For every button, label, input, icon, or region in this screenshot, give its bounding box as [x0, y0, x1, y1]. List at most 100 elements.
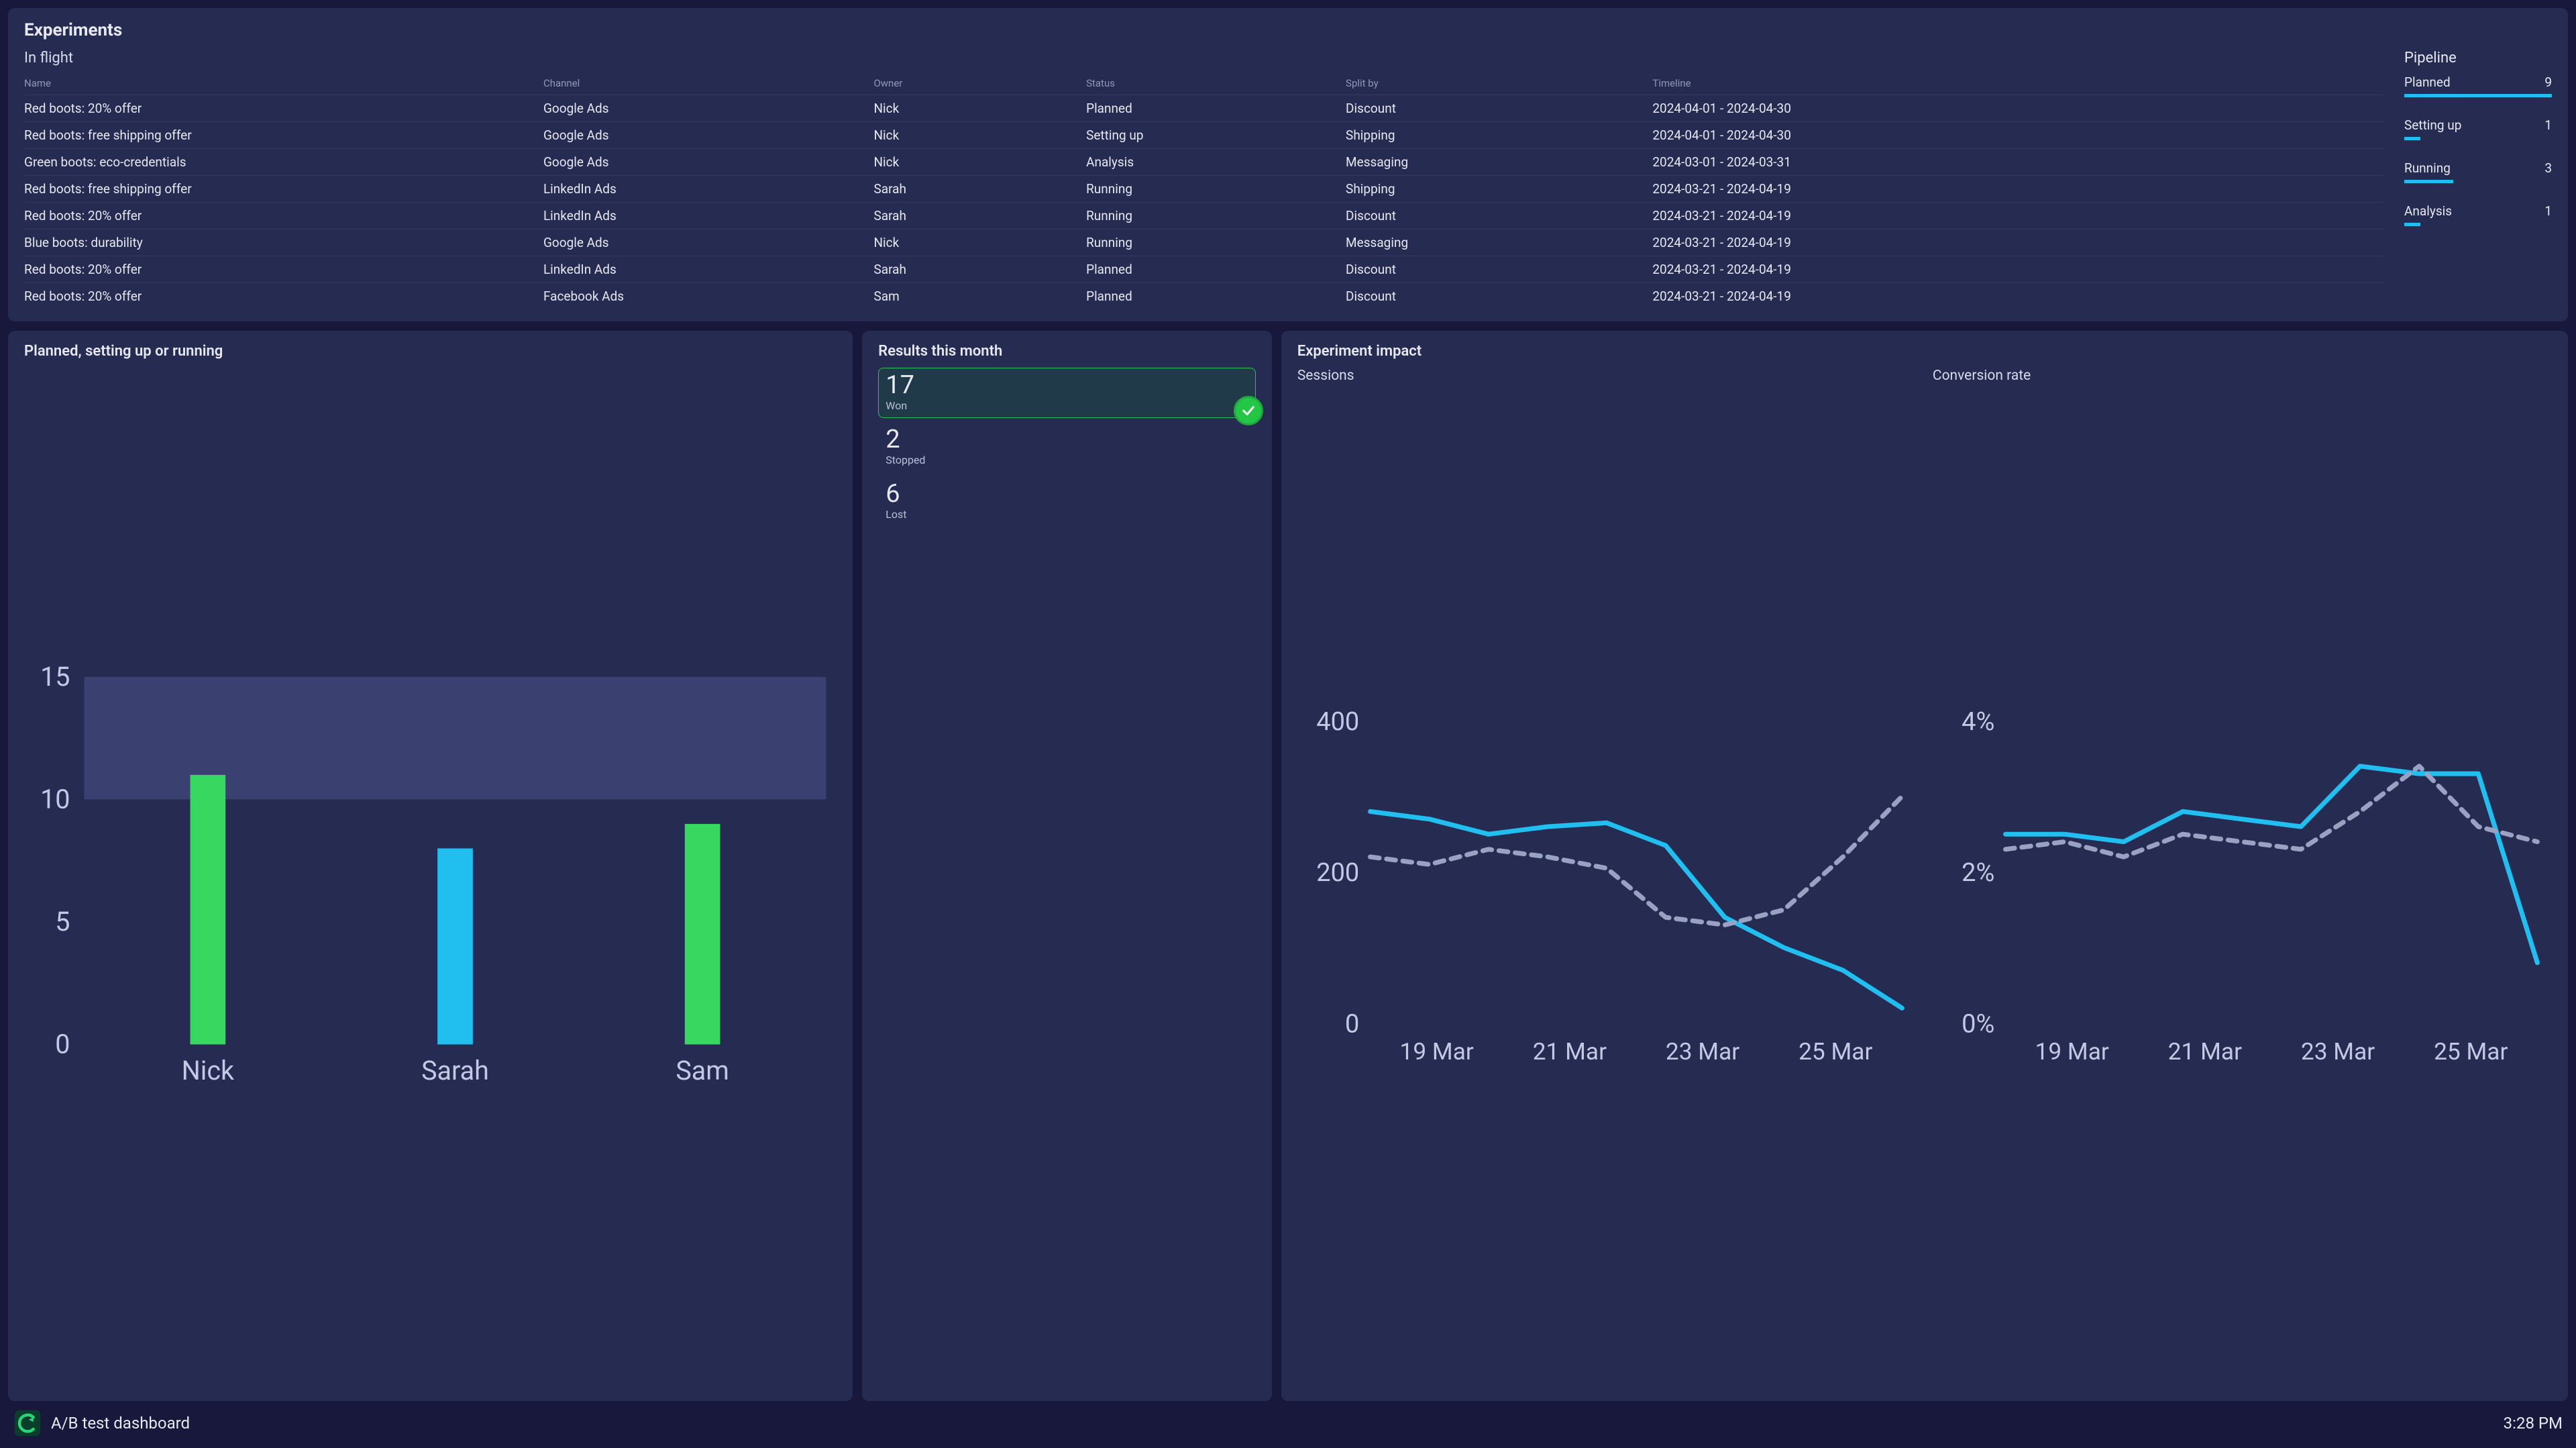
- result-stopped-value: 2: [885, 427, 1248, 452]
- svg-text:21 Mar: 21 Mar: [2168, 1037, 2242, 1066]
- svg-text:19 Mar: 19 Mar: [2035, 1037, 2108, 1066]
- cell-channel: LinkedIn Ads: [543, 256, 874, 283]
- table-row[interactable]: Red boots: 20% offerLinkedIn AdsSarahPla…: [24, 256, 2384, 283]
- experiments-panel: Experiments In flight Name Channel Owner…: [8, 8, 2568, 321]
- footer: A/B test dashboard 3:28 PM: [8, 1401, 2568, 1440]
- cell-name: Red boots: 20% offer: [24, 256, 543, 283]
- pipeline-panel: Pipeline Planned9Setting up1Running3Anal…: [2404, 50, 2552, 309]
- conversion-title: Conversion rate: [1933, 368, 2552, 384]
- table-row[interactable]: Red boots: 20% offerGoogle AdsNickPlanne…: [24, 95, 2384, 122]
- col-header-timeline[interactable]: Timeline: [1652, 73, 2384, 95]
- sessions-title: Sessions: [1297, 368, 1917, 384]
- experiments-title: Experiments: [24, 20, 2552, 40]
- col-header-channel[interactable]: Channel: [543, 73, 874, 95]
- svg-text:5: 5: [55, 906, 70, 937]
- cell-timeline: 2024-03-21 - 2024-04-19: [1652, 176, 2384, 203]
- result-stopped-label: Stopped: [885, 454, 1248, 466]
- experiments-subtitle: In flight: [24, 50, 2384, 66]
- cell-timeline: 2024-04-01 - 2024-04-30: [1652, 122, 2384, 149]
- footer-title: A/B test dashboard: [51, 1414, 190, 1433]
- impact-panel: Experiment impact Sessions 020040019 Mar…: [1281, 331, 2568, 1401]
- cell-split: Discount: [1346, 203, 1652, 229]
- cell-split: Messaging: [1346, 149, 1652, 176]
- result-lost-label: Lost: [885, 508, 1248, 521]
- pipeline-item: Setting up 1: [2404, 117, 2552, 140]
- cell-channel: Google Ads: [543, 122, 874, 149]
- result-stopped: 2 Stopped: [878, 422, 1256, 472]
- cell-timeline: 2024-03-21 - 2024-04-19: [1652, 203, 2384, 229]
- cell-status: Planned: [1086, 256, 1346, 283]
- table-row[interactable]: Green boots: eco-credentialsGoogle AdsNi…: [24, 149, 2384, 176]
- cell-timeline: 2024-04-01 - 2024-04-30: [1652, 95, 2384, 122]
- experiments-table: Name Channel Owner Status Split by Timel…: [24, 73, 2384, 309]
- svg-text:0: 0: [55, 1029, 70, 1060]
- col-header-name[interactable]: Name: [24, 73, 543, 95]
- cell-channel: Facebook Ads: [543, 283, 874, 310]
- cell-timeline: 2024-03-01 - 2024-03-31: [1652, 149, 2384, 176]
- svg-text:19 Mar: 19 Mar: [1399, 1037, 1473, 1066]
- cell-channel: LinkedIn Ads: [543, 203, 874, 229]
- result-lost: 6 Lost: [878, 476, 1256, 527]
- pipeline-item: Analysis1: [2404, 203, 2552, 226]
- pipeline-label: Setting up: [2404, 117, 2461, 133]
- svg-text:Nick: Nick: [182, 1055, 234, 1086]
- cell-status: Analysis: [1086, 149, 1346, 176]
- conversion-chart: 0%2%4%19 Mar21 Mar23 Mar25 Mar: [1933, 388, 2552, 1389]
- result-won-value: 17: [885, 372, 1248, 398]
- check-icon: [1234, 396, 1263, 425]
- pipeline-item: Running3: [2404, 160, 2552, 183]
- conversion-chart-wrap: Conversion rate 0%2%4%19 Mar21 Mar23 Mar…: [1933, 368, 2552, 1389]
- table-row[interactable]: Red boots: 20% offerFacebook AdsSamPlann…: [24, 283, 2384, 310]
- logo-icon: [13, 1409, 42, 1437]
- svg-text:23 Mar: 23 Mar: [1666, 1037, 1739, 1066]
- svg-text:Sam: Sam: [676, 1055, 729, 1086]
- cell-name: Red boots: 20% offer: [24, 203, 543, 229]
- cell-split: Messaging: [1346, 229, 1652, 256]
- svg-text:400: 400: [1316, 707, 1359, 737]
- experiments-table-wrap: In flight Name Channel Owner Status Spli…: [24, 50, 2384, 309]
- cell-channel: Google Ads: [543, 149, 874, 176]
- svg-text:10: 10: [40, 784, 70, 815]
- results-panel: Results this month 17 Won 2 Stopped 6 Lo…: [862, 331, 1272, 1401]
- svg-text:0%: 0%: [1962, 1009, 1994, 1039]
- svg-text:21 Mar: 21 Mar: [1533, 1037, 1607, 1066]
- col-header-owner[interactable]: Owner: [873, 73, 1086, 95]
- cell-split: Discount: [1346, 283, 1652, 310]
- svg-text:2%: 2%: [1962, 858, 1994, 888]
- sessions-chart-wrap: Sessions 020040019 Mar21 Mar23 Mar25 Mar: [1297, 368, 1917, 1389]
- owner-chart-panel: Planned, setting up or running 051015Nic…: [8, 331, 853, 1401]
- svg-text:4%: 4%: [1962, 707, 1994, 737]
- result-won: 17 Won: [878, 368, 1256, 418]
- cell-status: Setting up: [1086, 122, 1346, 149]
- owner-chart-title: Planned, setting up or running: [24, 343, 837, 360]
- col-header-split[interactable]: Split by: [1346, 73, 1652, 95]
- pipeline-value: 3: [2544, 160, 2552, 176]
- cell-status: Running: [1086, 203, 1346, 229]
- pipeline-value: 9: [2544, 74, 2552, 90]
- pipeline-label: Analysis: [2404, 203, 2452, 219]
- svg-text:25 Mar: 25 Mar: [1799, 1037, 1872, 1066]
- table-row[interactable]: Red boots: 20% offerLinkedIn AdsSarahRun…: [24, 203, 2384, 229]
- pipeline-item: Planned 9: [2404, 74, 2552, 97]
- cell-status: Planned: [1086, 95, 1346, 122]
- table-row[interactable]: Blue boots: durabilityGoogle AdsNickRunn…: [24, 229, 2384, 256]
- cell-name: Red boots: free shipping offer: [24, 122, 543, 149]
- cell-timeline: 2024-03-21 - 2024-04-19: [1652, 229, 2384, 256]
- table-row[interactable]: Red boots: free shipping offerGoogle Ads…: [24, 122, 2384, 149]
- svg-text:Sarah: Sarah: [421, 1055, 489, 1086]
- cell-channel: Google Ads: [543, 95, 874, 122]
- cell-name: Red boots: 20% offer: [24, 283, 543, 310]
- owner-chart: 051015NickSarahSam: [24, 368, 837, 1389]
- cell-split: Shipping: [1346, 122, 1652, 149]
- pipeline-value: 1: [2544, 117, 2552, 133]
- cell-timeline: 2024-03-21 - 2024-04-19: [1652, 283, 2384, 310]
- cell-owner: Nick: [873, 95, 1086, 122]
- footer-time: 3:28 PM: [2504, 1414, 2563, 1433]
- col-header-status[interactable]: Status: [1086, 73, 1346, 95]
- cell-channel: LinkedIn Ads: [543, 176, 874, 203]
- table-row[interactable]: Red boots: free shipping offerLinkedIn A…: [24, 176, 2384, 203]
- svg-text:0: 0: [1345, 1009, 1359, 1039]
- results-title: Results this month: [878, 343, 1256, 360]
- pipeline-label: Planned: [2404, 74, 2451, 90]
- cell-status: Running: [1086, 176, 1346, 203]
